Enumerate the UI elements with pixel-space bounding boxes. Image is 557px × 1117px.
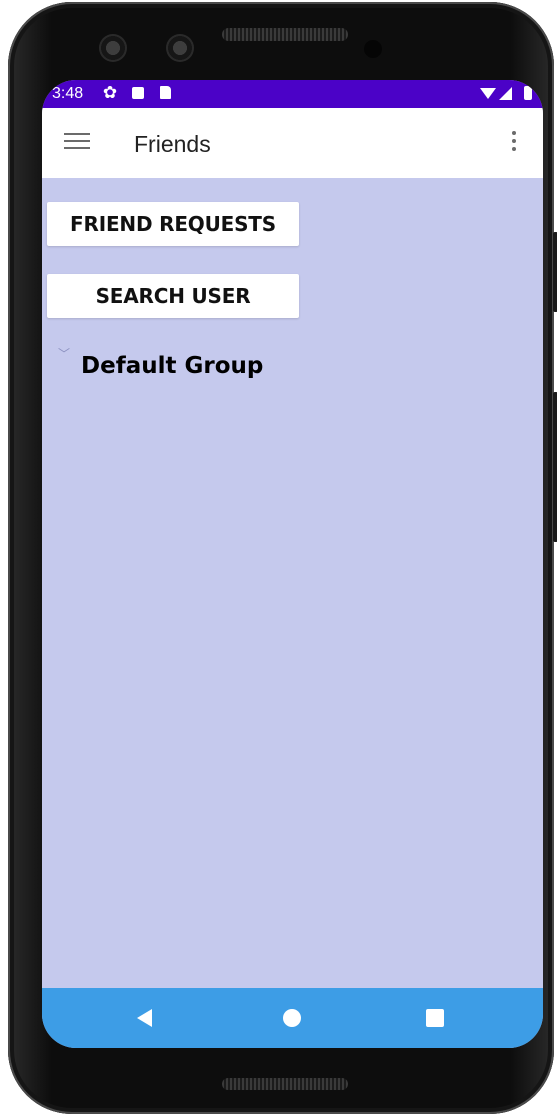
front-camera [99,34,127,62]
signal-icon [499,85,515,101]
wifi-icon [480,85,496,101]
app-bar: Friends [42,108,543,178]
back-icon[interactable] [137,1009,152,1027]
group-label: Default Group [81,353,264,379]
proximity-sensor [364,40,382,58]
page-title: Friends [134,131,211,157]
phone-frame: 3:48 ✿ Friends FRIEND REQUESTS SEARCH US… [8,2,557,1114]
more-vertical-icon[interactable] [504,129,524,157]
screen: 3:48 ✿ Friends FRIEND REQUESTS SEARCH US… [42,80,543,1048]
power-button [553,232,557,312]
battery-icon [520,85,536,101]
search-user-button[interactable]: SEARCH USER [47,274,299,318]
hamburger-menu-icon[interactable] [64,133,90,153]
front-camera-secondary [166,34,194,62]
chevron-down-icon[interactable]: ﹀ [58,348,70,360]
sd-card-icon [158,85,174,101]
gear-icon: ✿ [102,83,118,102]
recents-icon[interactable] [426,1009,444,1027]
friend-requests-button[interactable]: FRIEND REQUESTS [47,202,299,246]
volume-button [553,392,557,542]
friends-content: FRIEND REQUESTS SEARCH USER ﹀ Default Gr… [42,178,543,988]
bottom-speaker [222,1078,348,1090]
earpiece-speaker [222,28,348,41]
a-box-icon [130,85,146,101]
system-nav-bar [42,988,543,1048]
home-icon[interactable] [283,1009,301,1027]
status-bar: 3:48 ✿ [42,80,543,108]
status-time: 3:48 [52,85,84,102]
